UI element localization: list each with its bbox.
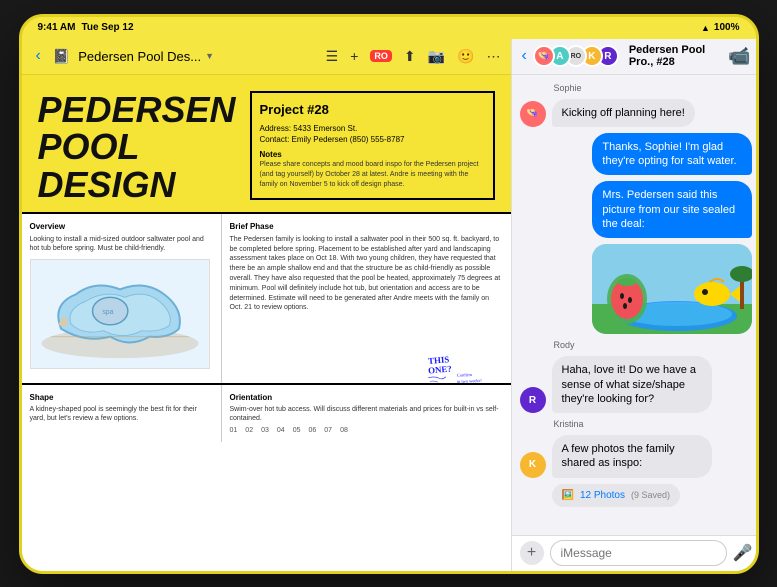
message-input[interactable] [550,540,727,566]
wifi-icon: ▲ [701,23,710,33]
project-number: Project #28 [260,101,485,119]
doc-overview-section: Overview Looking to install a mid-sized … [22,214,222,383]
chevron-down-icon[interactable]: ▼ [205,51,214,61]
avatar-kristina-small: K [520,452,546,478]
ro-badge: RO [370,50,392,62]
brief-phase-label: Brief Phase [230,222,503,231]
orientation-numbers: 0102030405060708 [230,427,503,434]
share-icon[interactable]: ⬆ [404,48,416,65]
shape-text: A kidney-shaped pool is seemingly the be… [30,405,213,423]
avatar-sophie: 👒 [533,45,555,67]
message-row-rody: R Haha, love it! Do we have a sense of w… [520,356,753,413]
notes-doc-title: Pedersen Pool Des... [78,49,201,64]
add-icon[interactable]: + [350,48,358,64]
overview-text: Looking to install a mid-sized outdoor s… [30,235,213,253]
file-bubble[interactable]: 🖼️ 12 Photos (9 Saved) [552,484,681,507]
apple-pencil [349,14,429,15]
message-bubble-kristina: A few photos the family shared as inspo: [552,435,712,478]
svg-text:spa: spa [102,309,113,316]
orientation-text: Swim-over hot tub access. Will discuss d… [230,405,503,423]
group-avatars: 👒 A RO K R [533,45,613,67]
message-bubble-sent-2: Mrs. Pedersen said this picture from our… [592,181,752,238]
ipad-frame: 9:41 AM Tue Sep 12 ▲ 100% ‹ 📓 Pedersen P… [19,14,759,574]
brief-phase-text: The Pedersen family is looking to instal… [230,235,503,313]
file-icon: 🖼️ [562,490,574,501]
camera-icon[interactable]: 📷 [428,48,445,65]
notes-toolbar-icons: ☰ + RO ⬆ 📷 🙂 ⋯ [326,48,501,65]
sender-name-sophie: Sophie [554,83,753,93]
date-display: Tue Sep 12 [81,22,133,33]
message-row-image [520,244,753,334]
add-attachment-button[interactable]: + [520,541,544,565]
message-bubble-sent-1: Thanks, Sophie! I'm glad they're opting … [592,133,752,176]
battery-display: 100% [714,22,740,33]
document-body: Overview Looking to install a mid-sized … [22,212,511,383]
doc-shape-section: Shape A kidney-shaped pool is seemingly … [22,385,222,442]
notes-content: PEDERSEN POOL DESIGN Project #28 Address… [22,75,511,571]
sender-name-kristina: Kristina [554,419,753,429]
notes-back-button[interactable]: ‹ [32,47,45,65]
emoji-icon[interactable]: 🙂 [457,48,474,65]
avatar-rody-small: R [520,387,546,413]
message-row-sophie: 👒 Kicking off planning here! [520,99,753,127]
group-name: Pedersen Pool Pro., #28 [629,44,722,68]
notebook-icon: 📓 [53,48,70,65]
document-project-info: Project #28 Address: 5433 Emerson St. Co… [238,91,495,204]
list-icon[interactable]: ☰ [326,48,339,65]
doc-orientation-section: Orientation Swim-over hot tub access. Wi… [222,385,511,442]
notes-toolbar: ‹ 📓 Pedersen Pool Des... ▼ ☰ + RO ⬆ 📷 🙂 … [22,39,511,75]
message-bubble-rody: Haha, love it! Do we have a sense of wha… [552,356,712,413]
notes-panel: ‹ 📓 Pedersen Pool Des... ▼ ☰ + RO ⬆ 📷 🙂 … [22,39,512,571]
notes-title-area: Pedersen Pool Des... ▼ [78,49,317,64]
messages-content: Sophie 👒 Kicking off planning here! Than… [512,75,759,535]
document-footer: Shape A kidney-shaped pool is seemingly … [22,383,511,442]
messages-input-bar: + 🎤 [512,535,759,571]
message-bubble-sophie: Kicking off planning here! [552,99,695,127]
pool-sketch-image: spa [30,259,210,369]
project-contact: Contact: Emily Pedersen (850) 555-8787 [260,134,485,145]
status-left: 9:41 AM Tue Sep 12 [38,22,134,33]
message-row-sent-1: Thanks, Sophie! I'm glad they're opting … [520,133,753,176]
document-big-title: PEDERSEN POOL DESIGN [38,91,238,204]
messages-toolbar: ‹ 👒 A RO K R Pedersen Pool Pro., #28 📹 [512,39,759,75]
orientation-label: Orientation [230,393,503,402]
file-label: 12 Photos [580,490,625,501]
status-right: ▲ 100% [701,22,740,33]
messages-back-button[interactable]: ‹ [522,47,527,65]
message-row-sent-2: Mrs. Pedersen said this picture from our… [520,181,753,238]
more-icon[interactable]: ⋯ [487,48,501,65]
avatar-sophie-small: 👒 [520,101,546,127]
file-sublabel: (9 Saved) [631,490,670,500]
notes-text: Please share concepts and mood board ins… [260,160,485,189]
pool-image-message [592,244,752,334]
project-address: Address: 5433 Emerson St. [260,123,485,134]
sender-name-rody: Rody [554,340,753,350]
messages-panel: ‹ 👒 A RO K R Pedersen Pool Pro., #28 📹 S… [512,39,759,571]
video-call-button[interactable]: 📹 [728,46,750,67]
time-display: 9:41 AM [38,22,76,33]
document-header: PEDERSEN POOL DESIGN Project #28 Address… [22,75,511,212]
status-bar: 9:41 AM Tue Sep 12 ▲ 100% [22,17,756,39]
microphone-button[interactable]: 🎤 [733,543,753,563]
overview-label: Overview [30,222,213,231]
notes-label: Notes [260,149,485,160]
main-area: ‹ 📓 Pedersen Pool Des... ▼ ☰ + RO ⬆ 📷 🙂 … [22,39,756,571]
shape-label: Shape [30,393,213,402]
message-row-file: 🖼️ 12 Photos (9 Saved) [520,484,753,507]
message-row-kristina: K A few photos the family shared as insp… [520,435,753,478]
doc-brief-section: Brief Phase The Pedersen family is looki… [222,214,511,383]
